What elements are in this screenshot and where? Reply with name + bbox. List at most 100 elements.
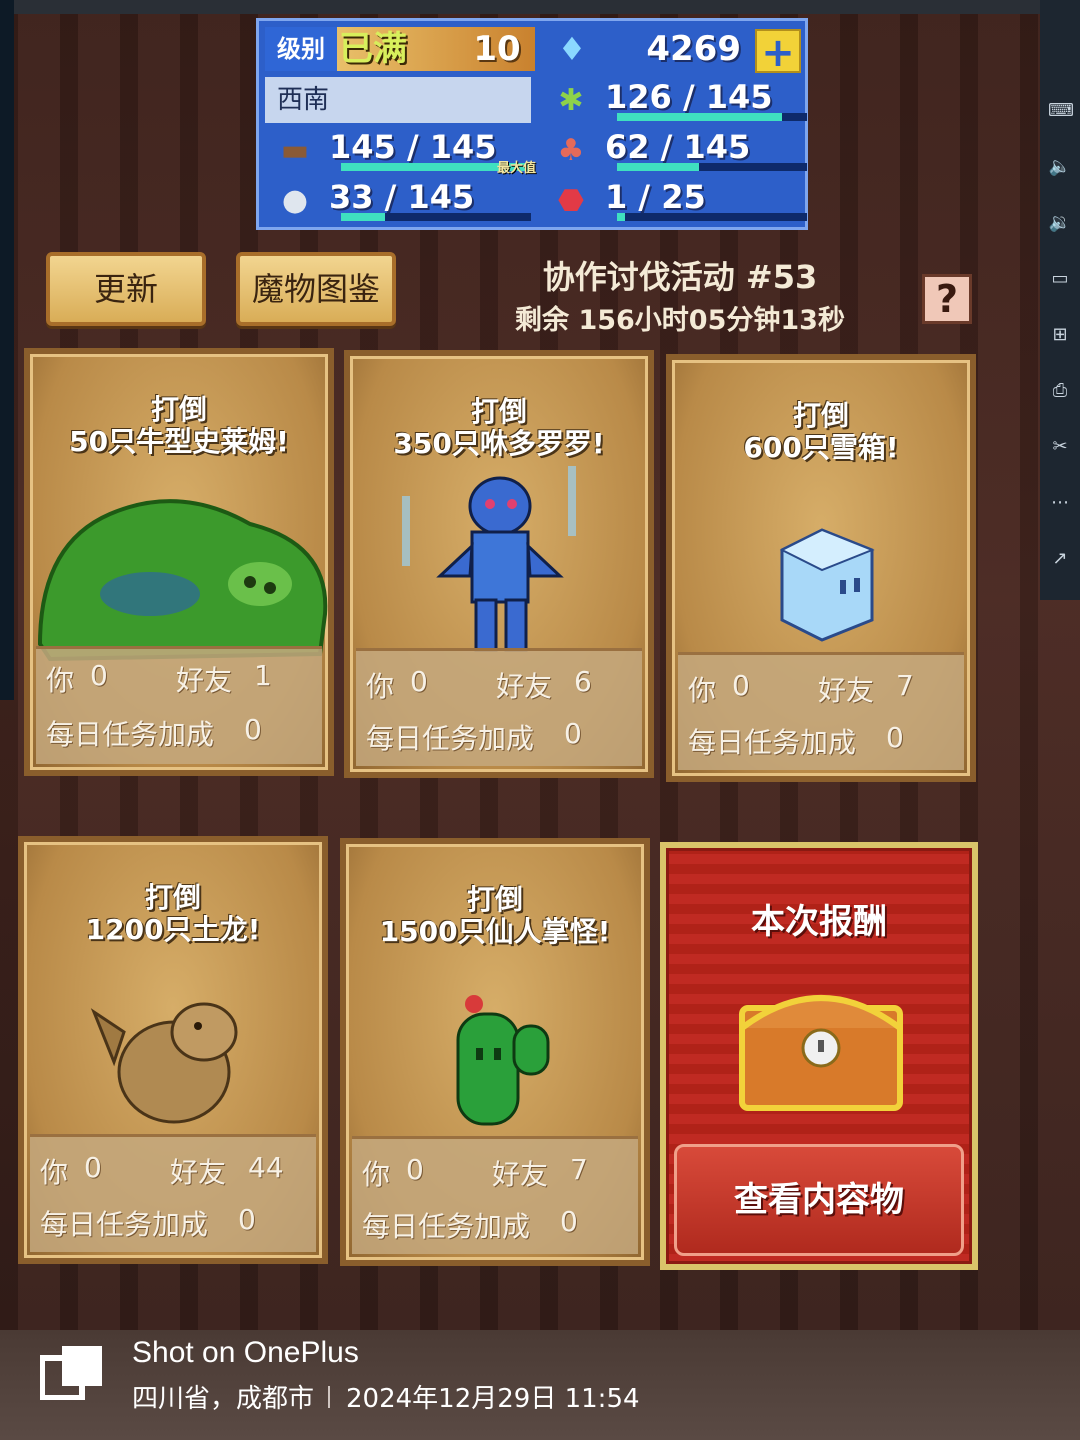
card-stats: 你 0 好友 44 每日任务加成 0 — [30, 1134, 316, 1252]
food-value: 126 / 145 — [605, 78, 773, 116]
external-icon[interactable]: ↗ — [1048, 548, 1072, 570]
daily-bonus-label: 每日任务加成 — [46, 718, 215, 751]
earth-dragon-monster-icon — [24, 952, 322, 1142]
watermark-datetime: 2024年12月29日 11:54 — [346, 1384, 640, 1414]
you-count: 0 — [406, 1153, 424, 1186]
quest-card-earth-dragon[interactable]: 打倒 1200只土龙! 你 0 好友 44 每日任务加成 0 — [18, 836, 328, 1264]
monster-guide-button[interactable]: 魔物图鉴 — [236, 252, 396, 326]
view-contents-button[interactable]: 查看内容物 — [674, 1144, 964, 1256]
slime-monster-icon — [30, 464, 328, 662]
meat-bar — [617, 163, 807, 171]
you-count: 0 — [732, 669, 750, 702]
event-timer: 剩余 156小时05分钟13秒 — [515, 305, 845, 336]
cactus-monster-icon — [346, 954, 644, 1144]
friends-count: 1 — [254, 659, 272, 692]
food-resource: ✱ 126 / 145 — [541, 77, 807, 125]
add-icon[interactable]: ⊞ — [1048, 324, 1072, 346]
watermark-location: 四川省，成都市 — [132, 1384, 315, 1414]
card-title-line2: 600只雪箱! — [743, 431, 899, 464]
daily-bonus-count: 0 — [244, 713, 262, 746]
event-title: 协作讨伐活动 #53 — [542, 258, 818, 296]
red-crystal-icon: ⬣ — [557, 183, 585, 218]
refresh-button[interactable]: 更新 — [46, 252, 206, 326]
right-toolbar: ⌨ 🔈 🔉 ▭ ⊞ ⎙ ✂ ⋯ ↗ — [1040, 0, 1080, 600]
reward-card: 本次报酬 查看内容物 — [660, 842, 978, 1270]
you-count: 0 — [84, 1151, 102, 1184]
friends-label: 好友 — [176, 664, 233, 697]
you-label: 你 — [40, 1156, 69, 1189]
region-name: 西南 — [265, 77, 531, 123]
friends-count: 7 — [570, 1153, 588, 1186]
card-title-line2: 1500只仙人掌怪! — [379, 915, 611, 948]
card-stats: 你 0 好友 7 每日任务加成 0 — [678, 652, 964, 770]
quest-card-slime[interactable]: 打倒 50只牛型史莱姆! 你 0 好友 1 每日任务加成 0 — [24, 348, 334, 776]
help-button[interactable]: ? — [922, 274, 972, 324]
quest-card-dragon[interactable]: 打倒 350只咻多罗罗! 你 0 好友 6 每日任务加成 0 — [344, 350, 654, 778]
you-label: 你 — [688, 674, 717, 707]
meat-resource: ♣ 62 / 145 — [541, 127, 807, 175]
screen-icon[interactable]: ▭ — [1048, 268, 1072, 290]
stone-icon: ● — [281, 183, 309, 218]
friends-label: 好友 — [496, 670, 553, 703]
watermark-separator — [328, 1386, 330, 1408]
daily-bonus-count: 0 — [560, 1205, 578, 1238]
volume-down-icon[interactable]: 🔉 — [1048, 212, 1072, 234]
scissors-icon[interactable]: ✂ — [1048, 436, 1072, 458]
level-value: 10 — [473, 29, 521, 69]
crystal-value: 1 / 25 — [605, 178, 706, 216]
crystal-resource: ⬣ 1 / 25 — [541, 177, 807, 225]
resource-hud: 级别 已满 10 ♦ 4269 + 西南 ▬ 145 / 145 最大值 ● 3… — [256, 18, 808, 230]
card-stats: 你 0 好友 1 每日任务加成 0 — [36, 646, 322, 764]
watermark-title: Shot on OnePlus — [132, 1336, 359, 1369]
daily-bonus-count: 0 — [238, 1203, 256, 1236]
you-count: 0 — [410, 665, 428, 698]
you-label: 你 — [46, 664, 75, 697]
you-count: 0 — [90, 659, 108, 692]
friends-label: 好友 — [492, 1158, 549, 1191]
diamond-icon: ♦ — [557, 30, 587, 68]
print-icon[interactable]: ⎙ — [1048, 380, 1072, 402]
card-title-line2: 1200只土龙! — [85, 913, 261, 946]
card-stats: 你 0 好友 6 每日任务加成 0 — [356, 648, 642, 766]
card-title-line2: 50只牛型史莱姆! — [69, 425, 289, 458]
wood-resource: ▬ 145 / 145 — [265, 127, 535, 175]
window-title-bar — [14, 0, 1040, 14]
grass-food-icon: ✱ — [558, 83, 584, 118]
oneplus-logo-icon — [40, 1346, 102, 1400]
level-max-badge: 已满 — [339, 29, 407, 69]
friends-label: 好友 — [170, 1156, 227, 1189]
meat-value: 62 / 145 — [605, 128, 751, 166]
max-tag: 最大值 — [497, 161, 537, 176]
friends-count: 44 — [248, 1151, 284, 1184]
stone-bar — [341, 213, 531, 221]
level-label: 级别 — [265, 27, 337, 71]
treasure-chest-icon — [739, 995, 903, 1111]
daily-bonus-label: 每日任务加成 — [40, 1208, 209, 1241]
card-stats: 你 0 好友 7 每日任务加成 0 — [352, 1136, 638, 1254]
food-bar — [617, 113, 807, 121]
daily-bonus-label: 每日任务加成 — [366, 722, 535, 755]
gem-count: 4269 — [646, 29, 741, 69]
stone-value: 33 / 145 — [329, 178, 475, 216]
daily-bonus-label: 每日任务加成 — [688, 726, 857, 759]
ice-cube-monster-icon — [672, 470, 970, 660]
blue-dragon-monster-icon — [350, 466, 648, 656]
add-gems-button[interactable]: + — [755, 29, 801, 75]
friends-count: 7 — [896, 669, 914, 702]
left-desktop-strip — [0, 0, 14, 700]
daily-bonus-count: 0 — [886, 721, 904, 754]
keyboard-icon[interactable]: ⌨ — [1048, 100, 1074, 122]
stone-resource: ● 33 / 145 — [265, 177, 535, 225]
crystal-bar — [617, 213, 807, 221]
wood-log-icon: ▬ — [280, 133, 310, 168]
daily-bonus-label: 每日任务加成 — [362, 1210, 531, 1243]
friends-label: 好友 — [818, 674, 875, 707]
card-title-line2: 350只咻多罗罗! — [393, 427, 605, 460]
more-icon[interactable]: ⋯ — [1048, 492, 1072, 514]
quest-card-snowbox[interactable]: 打倒 600只雪箱! 你 0 好友 7 每日任务加成 0 — [666, 354, 976, 782]
you-label: 你 — [362, 1158, 391, 1191]
you-label: 你 — [366, 670, 395, 703]
quest-card-cactus[interactable]: 打倒 1500只仙人掌怪! 你 0 好友 7 每日任务加成 0 — [340, 838, 650, 1266]
volume-up-icon[interactable]: 🔈 — [1048, 156, 1072, 178]
friends-count: 6 — [574, 665, 592, 698]
